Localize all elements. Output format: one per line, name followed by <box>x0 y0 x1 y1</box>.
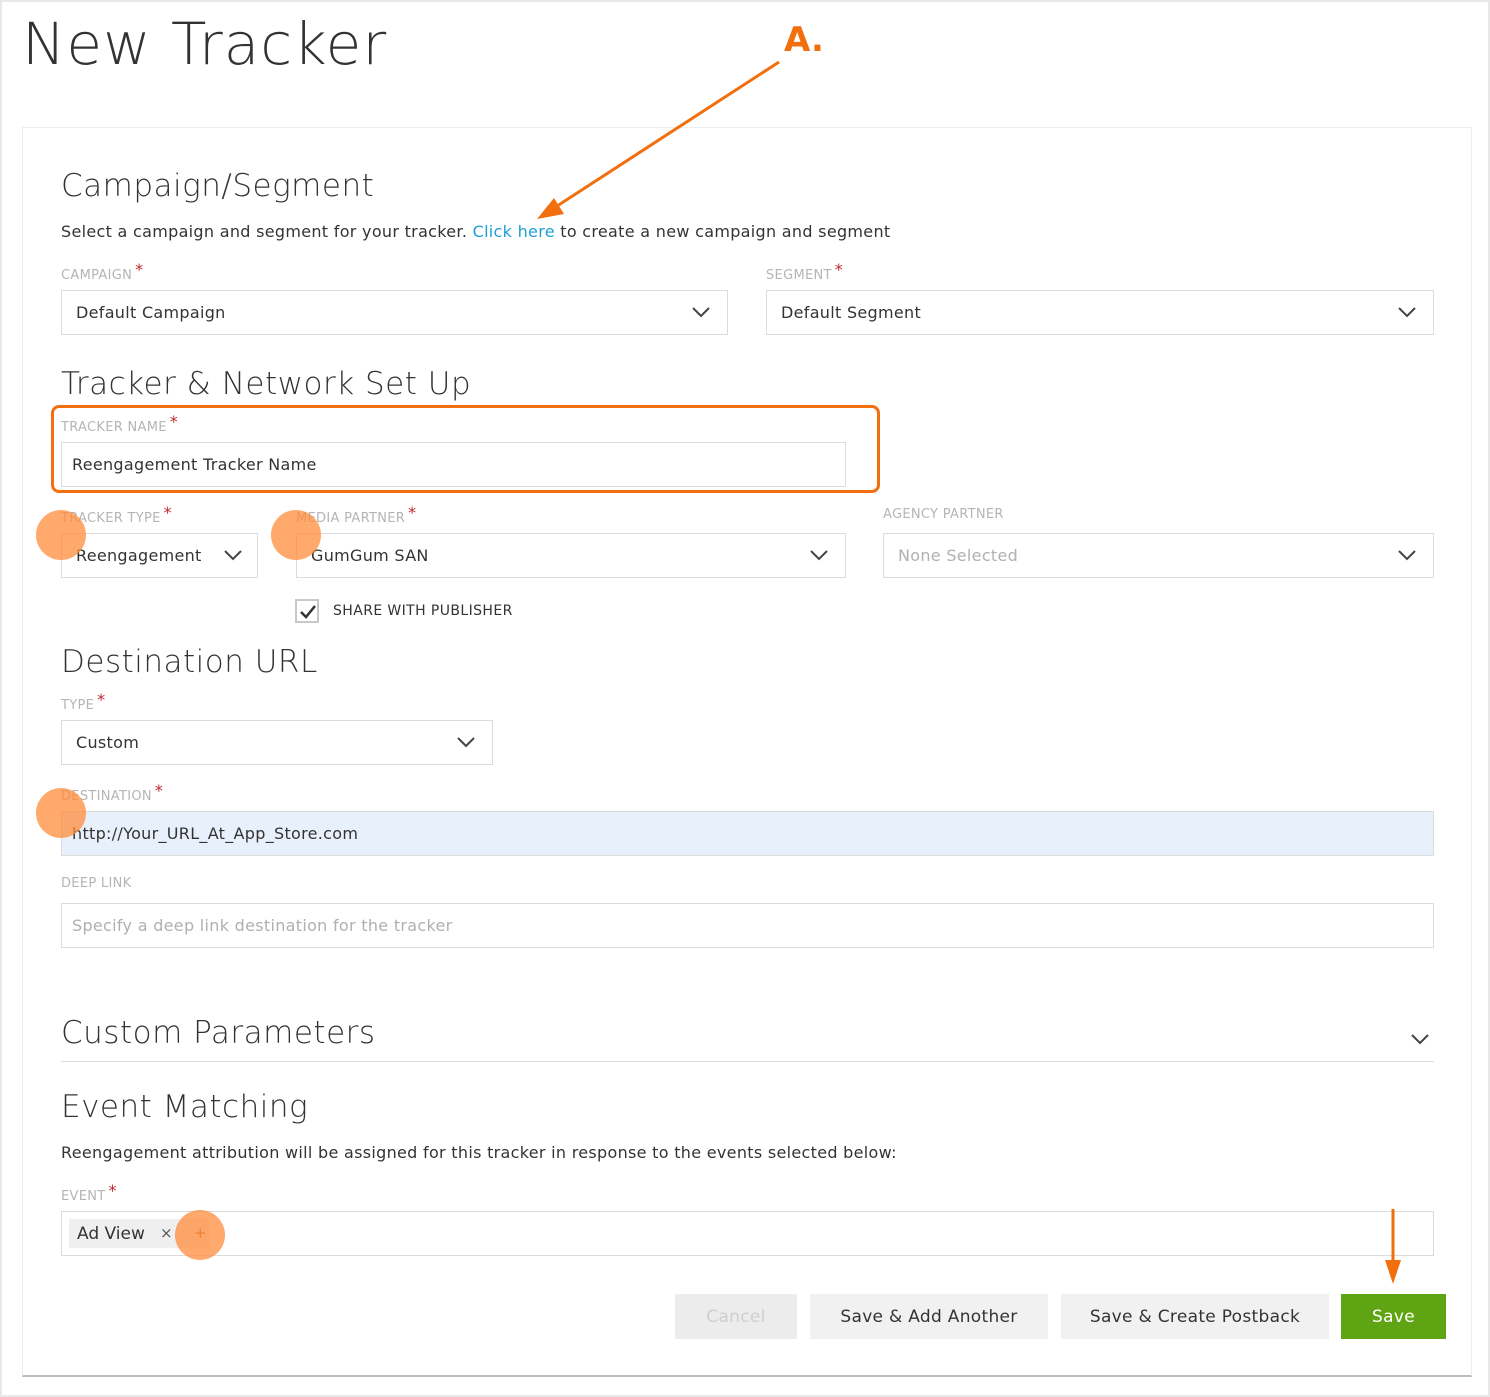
deep-link-label: DEEP LINK <box>61 876 132 891</box>
agency-partner-label: AGENCY PARTNER <box>883 507 1004 522</box>
save-button[interactable]: Save <box>1341 1294 1446 1339</box>
segment-select[interactable]: Default Segment <box>766 290 1434 335</box>
click-indicator-dot <box>271 510 321 560</box>
chevron-down-icon <box>223 547 243 563</box>
required-marker: * <box>108 1181 117 1200</box>
campaign-segment-description: Select a campaign and segment for your t… <box>61 222 890 241</box>
type-label: TYPE * <box>61 690 106 713</box>
required-marker: * <box>169 412 179 431</box>
chevron-down-icon <box>691 304 711 320</box>
event-matching-heading: Event Matching <box>61 1089 309 1125</box>
required-marker: * <box>163 503 172 522</box>
click-indicator-dot <box>36 788 86 838</box>
required-marker: * <box>97 690 106 709</box>
tracker-name-value: Reengagement Tracker Name <box>72 455 317 474</box>
required-marker: * <box>154 781 164 800</box>
required-marker: * <box>135 260 144 279</box>
required-marker: * <box>834 260 844 279</box>
destination-type-value: Custom <box>76 733 140 752</box>
campaign-label: CAMPAIGN * <box>61 260 144 283</box>
destination-input[interactable]: http://Your_URL_At_App_Store.com <box>61 811 1434 856</box>
media-partner-select[interactable]: GumGum SAN <box>296 533 846 578</box>
agency-partner-select[interactable]: None Selected <box>883 533 1434 578</box>
description-text: Select a campaign and segment for your t… <box>61 222 473 241</box>
agency-partner-placeholder: None Selected <box>898 546 1019 565</box>
tracker-name-input[interactable]: Reengagement Tracker Name <box>61 442 846 487</box>
custom-parameters-divider <box>61 1061 1434 1062</box>
cancel-button[interactable]: Cancel <box>675 1294 797 1339</box>
share-with-publisher-label: SHARE WITH PUBLISHER <box>333 603 513 619</box>
deep-link-placeholder: Specify a deep link destination for the … <box>72 916 453 935</box>
chevron-down-icon <box>456 734 476 750</box>
deep-link-input[interactable]: Specify a deep link destination for the … <box>61 903 1434 948</box>
destination-url-heading: Destination URL <box>61 644 318 680</box>
chevron-down-icon <box>1397 304 1417 320</box>
chevron-down-icon <box>1397 547 1417 563</box>
event-matching-description: Reengagement attribution will be assigne… <box>61 1143 897 1162</box>
remove-event-icon[interactable]: × <box>160 1224 173 1242</box>
tracker-type-select[interactable]: Reengagement <box>61 533 258 578</box>
custom-parameters-heading[interactable]: Custom Parameters <box>61 1015 376 1051</box>
click-indicator-dot <box>36 510 86 560</box>
campaign-select-value: Default Campaign <box>76 303 226 322</box>
create-campaign-link[interactable]: Click here <box>473 222 555 241</box>
required-marker: * <box>408 503 417 522</box>
description-text-after: to create a new campaign and segment <box>554 222 891 241</box>
checkmark-icon <box>300 605 316 619</box>
chevron-down-icon <box>809 547 829 563</box>
tracker-type-value: Reengagement <box>76 546 202 565</box>
campaign-select[interactable]: Default Campaign <box>61 290 728 335</box>
page-title: New Tracker <box>22 10 388 78</box>
event-multiselect[interactable] <box>61 1211 1434 1256</box>
tracker-network-heading: Tracker & Network Set Up <box>61 366 472 402</box>
click-indicator-dot <box>175 1210 225 1260</box>
save-add-another-button[interactable]: Save & Add Another <box>810 1294 1048 1339</box>
media-partner-value: GumGum SAN <box>311 546 429 565</box>
save-create-postback-button[interactable]: Save & Create Postback <box>1061 1294 1329 1339</box>
share-with-publisher-checkbox[interactable] <box>295 599 319 623</box>
destination-value: http://Your_URL_At_App_Store.com <box>72 824 359 843</box>
destination-type-select[interactable]: Custom <box>61 720 493 765</box>
annotation-label: A. <box>784 20 824 60</box>
custom-parameters-expand-icon[interactable] <box>1410 1031 1430 1047</box>
tracker-name-label: TRACKER NAME * <box>61 412 179 435</box>
segment-label: SEGMENT * <box>766 260 844 283</box>
event-label: EVENT * <box>61 1181 117 1204</box>
event-tag-label: Ad View <box>77 1223 145 1244</box>
campaign-segment-heading: Campaign/Segment <box>61 168 375 204</box>
segment-select-value: Default Segment <box>781 303 922 322</box>
